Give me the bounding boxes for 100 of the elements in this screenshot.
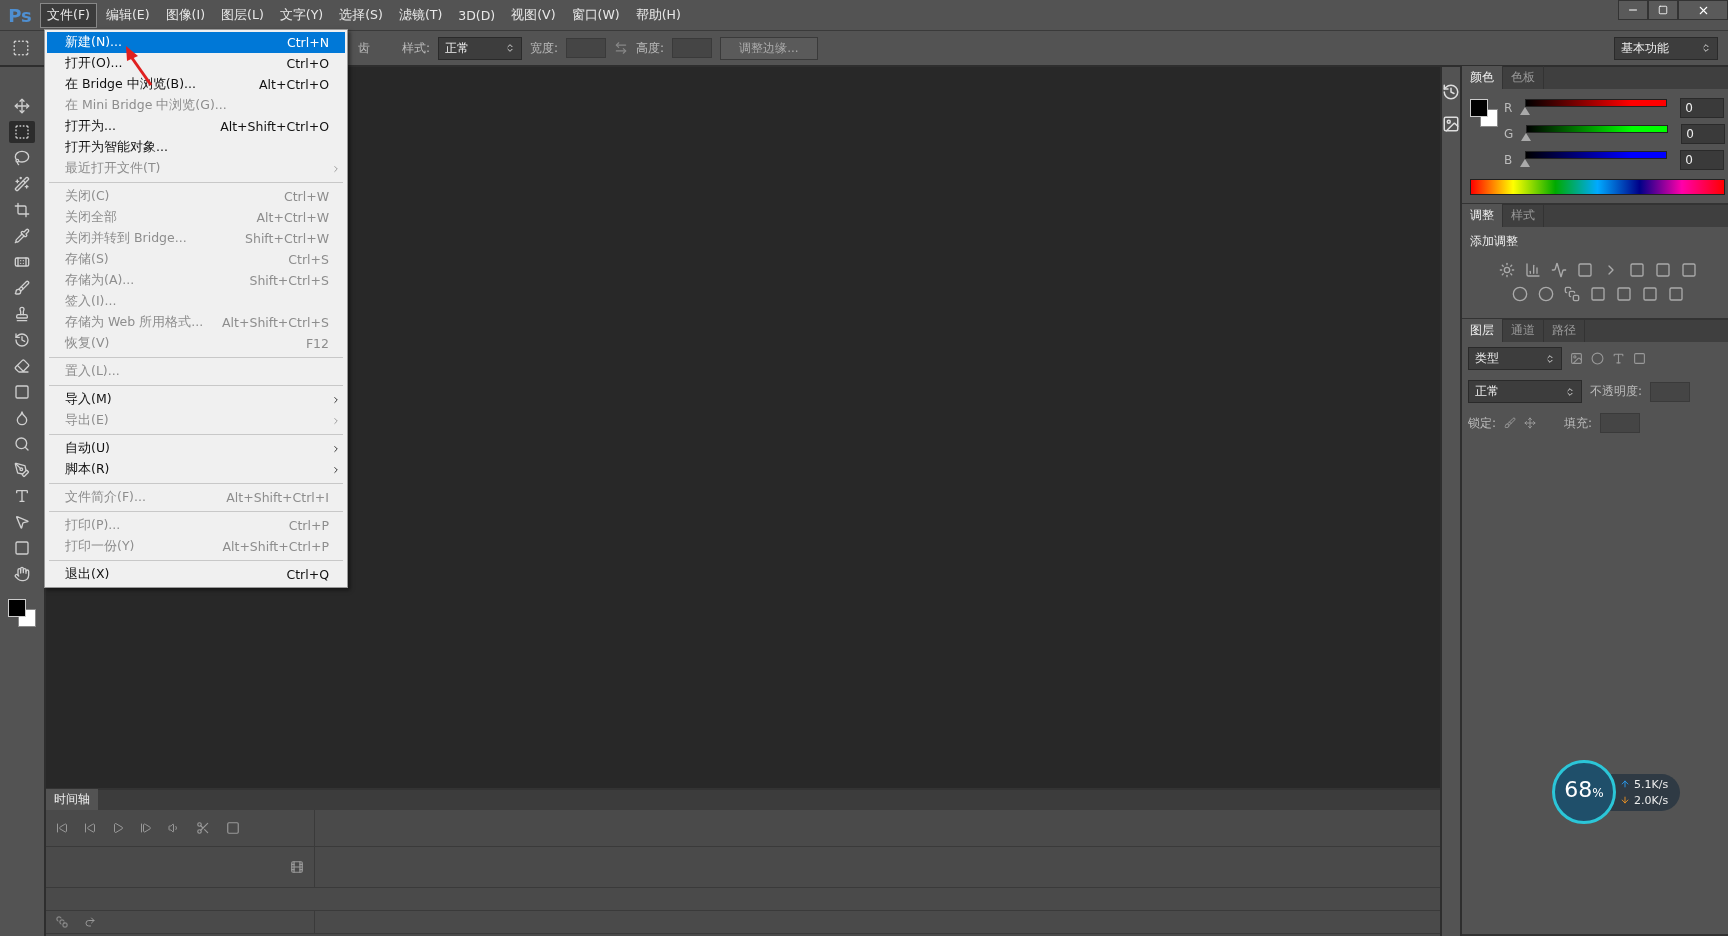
updown-icon <box>1565 386 1575 397</box>
panel-heading: 添加调整 <box>1469 233 1519 250</box>
menu-title[interactable]: 编辑(E) <box>98 2 157 28</box>
workspace-select[interactable]: 基本功能 <box>1614 36 1718 60</box>
image-filter-icon[interactable] <box>1570 352 1583 365</box>
adjustment-icon[interactable] <box>1498 262 1515 278</box>
adjustment-icon[interactable] <box>1563 286 1580 302</box>
height-label: 高度: <box>636 39 665 57</box>
updown-icon <box>1701 43 1711 53</box>
menu-title[interactable]: 帮助(H) <box>628 2 688 28</box>
menu-item[interactable]: 脚本(R) <box>47 459 345 480</box>
menu-title[interactable]: 3D(D) <box>451 3 503 27</box>
style-select[interactable]: 正常 <box>438 36 523 60</box>
swap-icon[interactable] <box>614 41 629 55</box>
opacity-field[interactable] <box>1650 381 1691 402</box>
history-icon[interactable] <box>1442 83 1460 101</box>
channel-label: B <box>1504 153 1513 167</box>
previous-frame-icon[interactable] <box>84 822 96 834</box>
channel-label: G <box>1504 127 1514 141</box>
first-frame-icon[interactable] <box>56 822 68 834</box>
menu-title[interactable]: 选择(S) <box>332 2 390 28</box>
slider-thumb[interactable] <box>1521 133 1532 141</box>
app-logo: Ps <box>7 4 33 26</box>
adjustment-filter-icon[interactable] <box>1591 352 1604 365</box>
panel-tab[interactable]: 样式 <box>1503 204 1544 227</box>
color-swatches[interactable] <box>6 597 38 629</box>
scissors-icon[interactable] <box>196 821 210 835</box>
menu-item[interactable]: 退出(X) Ctrl+Q <box>47 564 345 585</box>
menu-item[interactable]: 打开(O)... Ctrl+O <box>47 53 345 74</box>
menu-title[interactable]: 图层(L) <box>214 2 271 28</box>
channel-value-field[interactable]: 0 <box>1680 98 1725 118</box>
adjustment-icon[interactable] <box>1511 286 1528 302</box>
upload-rate: 5.1K/s <box>1620 777 1669 791</box>
updown-icon <box>1545 353 1555 364</box>
menu-item[interactable]: 新建(N)... Ctrl+N <box>47 32 345 53</box>
type-filter-icon[interactable] <box>1612 352 1625 365</box>
redo-icon[interactable] <box>84 916 96 928</box>
adjustment-icon[interactable] <box>1576 262 1593 278</box>
style-label: 样式: <box>402 39 431 57</box>
adjustment-icon[interactable] <box>1641 286 1658 302</box>
download-arrow-icon <box>1620 795 1630 805</box>
width-field[interactable] <box>566 38 607 58</box>
menu-title[interactable]: 滤镜(T) <box>391 2 450 28</box>
panel-tab[interactable]: 路径 <box>1544 319 1585 342</box>
height-field[interactable] <box>672 38 713 58</box>
maximize-button[interactable] <box>1648 0 1678 20</box>
adjustment-icon[interactable] <box>1589 286 1606 302</box>
panel-tab[interactable]: 通道 <box>1503 319 1544 342</box>
adjustment-icon[interactable] <box>1654 262 1671 278</box>
blend-mode-select[interactable]: 正常 <box>1468 380 1582 403</box>
slider-thumb[interactable] <box>1520 107 1531 115</box>
audio-icon[interactable] <box>168 822 180 834</box>
color-swatches[interactable] <box>1468 97 1500 129</box>
color-spectrum[interactable] <box>1470 179 1726 195</box>
speed-meter: 68% <box>1552 760 1616 824</box>
adjustment-icon[interactable] <box>1615 286 1632 302</box>
close-button[interactable] <box>1678 0 1728 20</box>
download-rate: 2.0K/s <box>1620 793 1669 807</box>
lock-position-icon[interactable] <box>1524 417 1537 429</box>
channel-value-field[interactable]: 0 <box>1680 150 1725 170</box>
film-icon[interactable] <box>290 860 304 874</box>
adjustment-icon[interactable] <box>1667 286 1684 302</box>
lock-label: 锁定: <box>1468 414 1497 432</box>
adjustment-icon[interactable] <box>1537 286 1554 302</box>
option-label: 齿 <box>358 39 370 57</box>
channel-value-field[interactable]: 0 <box>1681 124 1726 144</box>
fill-field[interactable] <box>1600 413 1641 433</box>
channel-label: R <box>1504 101 1513 115</box>
panel-tab[interactable]: 图层 <box>1462 319 1503 342</box>
adjustment-icon[interactable] <box>1550 262 1567 278</box>
marquee-tool-icon[interactable] <box>9 121 35 143</box>
menu-title[interactable]: 文件(F) <box>40 2 97 28</box>
menu-title[interactable]: 图像(I) <box>158 2 213 28</box>
menu-title[interactable]: 文字(Y) <box>272 2 331 28</box>
adjustment-icon[interactable] <box>1628 262 1645 278</box>
opacity-label: 不透明度: <box>1590 383 1643 400</box>
play-icon[interactable] <box>112 822 124 834</box>
layer-filter-select[interactable]: 类型 <box>1468 347 1562 370</box>
width-label: 宽度: <box>530 39 559 57</box>
panel-tab[interactable]: 时间轴 <box>46 789 98 810</box>
marquee-icon[interactable] <box>12 39 30 57</box>
slider-thumb[interactable] <box>1520 159 1531 167</box>
updown-icon <box>505 43 516 53</box>
menu-title[interactable]: 视图(V) <box>504 2 563 28</box>
next-frame-icon[interactable] <box>140 822 152 834</box>
panel-tab[interactable]: 颜色 <box>1462 66 1503 89</box>
fill-label: 填充: <box>1564 414 1593 432</box>
minimize-button[interactable] <box>1618 0 1648 20</box>
upload-arrow-icon <box>1620 779 1630 789</box>
panel-tab[interactable]: 调整 <box>1462 204 1503 227</box>
maximize-icon <box>1658 5 1668 15</box>
menu-title[interactable]: 窗口(W) <box>564 2 627 28</box>
adjustment-icon[interactable] <box>1680 262 1697 278</box>
menu-item[interactable]: 导入(M) <box>47 389 345 410</box>
panel-tab[interactable]: 色板 <box>1503 66 1544 89</box>
menu-item[interactable]: 打开为... Alt+Shift+Ctrl+O <box>47 116 345 137</box>
shape-filter-icon[interactable] <box>1633 352 1646 365</box>
adjustment-icon[interactable] <box>1524 262 1541 278</box>
menu-item[interactable]: 打开为智能对象... <box>47 137 345 158</box>
menu-item[interactable]: 自动(U) <box>47 438 345 459</box>
